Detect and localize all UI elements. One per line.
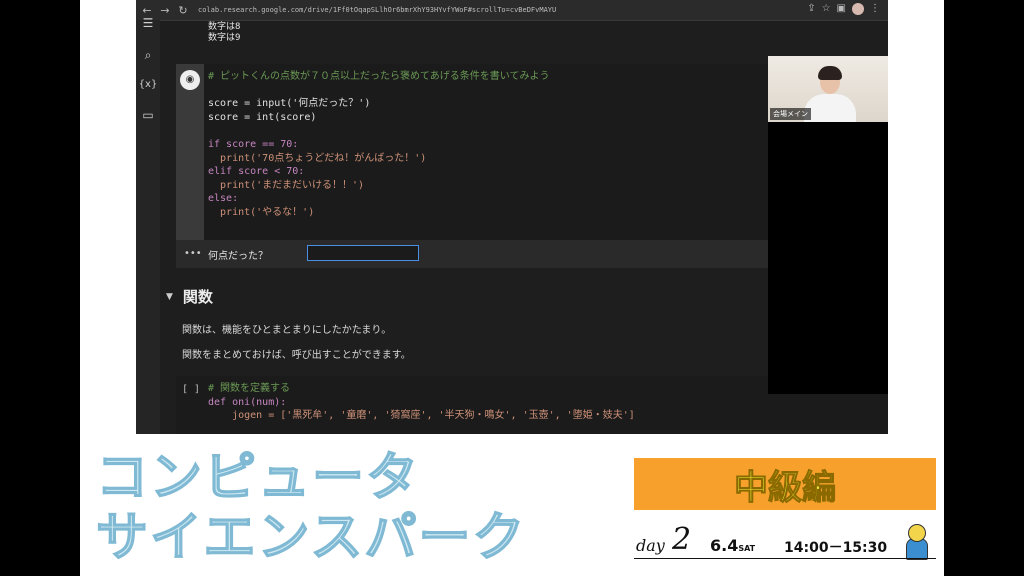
code-line: if score == 70:: [208, 138, 299, 150]
weekday: SAT: [738, 544, 756, 553]
code-line: print('やるな！'): [208, 206, 315, 218]
text-cell-paragraph: 関数をまとめておけば、呼び出すことができます。: [182, 350, 411, 361]
browser-actions: ⇪ ☆ ▣ ⋮: [807, 3, 880, 15]
output-line: 数字は9: [208, 33, 241, 43]
event-time: 14:00－15:30: [784, 540, 888, 556]
event-date: 6.4SAT: [710, 536, 755, 555]
output-menu-icon[interactable]: •••: [184, 248, 202, 259]
address-bar[interactable]: colab.research.google.com/drive/1Ff0tOqa…: [198, 6, 758, 14]
code-line: # ピットくんの点数が７０点以上だったら褒めてあげる条件を書いてみよう: [208, 71, 550, 82]
code-line: elif score < 70:: [208, 166, 305, 178]
profile-avatar[interactable]: [852, 3, 864, 15]
cell-gutter: ◉: [176, 64, 204, 240]
code-line: score = input('何点だった？'): [208, 98, 371, 110]
mascot-head: [908, 524, 926, 542]
day-number: 2: [672, 522, 692, 557]
text-cell-paragraph: 関数は、機能をひとまとまりにしたかたまり。: [182, 325, 392, 336]
code-line: print('まだまだいける！！'): [208, 179, 365, 191]
variables-icon[interactable]: {x}: [136, 79, 160, 90]
code-line: # 関数を定義する: [208, 383, 291, 394]
presenter-hair: [818, 66, 842, 80]
run-cell-button[interactable]: ◉: [180, 70, 200, 90]
day-word: day: [636, 536, 665, 555]
previous-cell-output: 数字は8 数字は9: [208, 22, 240, 44]
title-line: コンピュータ: [95, 447, 421, 509]
back-icon[interactable]: ←: [140, 4, 154, 17]
sidepanel-icon[interactable]: ▣: [837, 3, 846, 15]
share-icon[interactable]: ⇪: [807, 3, 815, 15]
code-editor[interactable]: # 関数を定義する def oni(num): jogen = ['黒死牟', …: [208, 382, 635, 423]
section-title: 関数: [182, 288, 213, 306]
forward-icon[interactable]: →: [158, 4, 172, 17]
stdin-input[interactable]: [307, 245, 419, 261]
search-icon[interactable]: ⌕: [136, 48, 160, 63]
level-badge: 中級編: [634, 458, 936, 510]
code-line: jogen = ['黒死牟', '童磨', '猗窩座', '半天狗・鳴女', '…: [208, 410, 635, 422]
mascot-icon: [904, 524, 928, 560]
run-cell-bracket[interactable]: [ ]: [182, 384, 200, 395]
files-folder-icon[interactable]: ▭: [136, 108, 160, 122]
code-line: def oni(num):: [208, 396, 287, 408]
title-line: サイエンスパーク: [95, 507, 527, 569]
event-date-text: 6.4: [710, 536, 739, 555]
code-line: else:: [208, 193, 239, 205]
event-title: コンピュータ サイエンスパーク: [95, 447, 527, 569]
code-line: score = int(score): [208, 111, 317, 123]
browser-toolbar: ← → ↻ colab.research.google.com/drive/1F…: [136, 0, 888, 21]
section-heading[interactable]: ▼ 関数: [166, 286, 213, 307]
reload-icon[interactable]: ↻: [176, 4, 190, 17]
toc-menu-icon[interactable]: ☰: [136, 16, 160, 30]
menu-kebab-icon[interactable]: ⋮: [870, 3, 880, 15]
bookmark-star-icon[interactable]: ☆: [822, 3, 831, 15]
video-black-panel: [768, 122, 888, 394]
event-date-row: day 2 6.4SAT 14:00－15:30: [634, 522, 936, 564]
colab-sidebar: ☰ ⌕ {x} ▭: [136, 16, 160, 434]
level-badge-text: 中級編: [734, 467, 837, 508]
presenter-body: [804, 94, 856, 122]
webcam-video: 会場メイン: [768, 56, 888, 122]
output-line: 数字は8: [208, 22, 241, 32]
video-name-label: 会場メイン: [770, 108, 811, 120]
code-line: print('70点ちょうどだね！がんばった！'): [208, 152, 427, 164]
code-editor[interactable]: # ピットくんの点数が７０点以上だったら褒めてあげる条件を書いてみよう scor…: [208, 70, 549, 220]
date-underline: [634, 558, 936, 559]
collapse-caret-icon[interactable]: ▼: [166, 292, 173, 302]
input-prompt-text: 何点だった？: [208, 251, 268, 262]
